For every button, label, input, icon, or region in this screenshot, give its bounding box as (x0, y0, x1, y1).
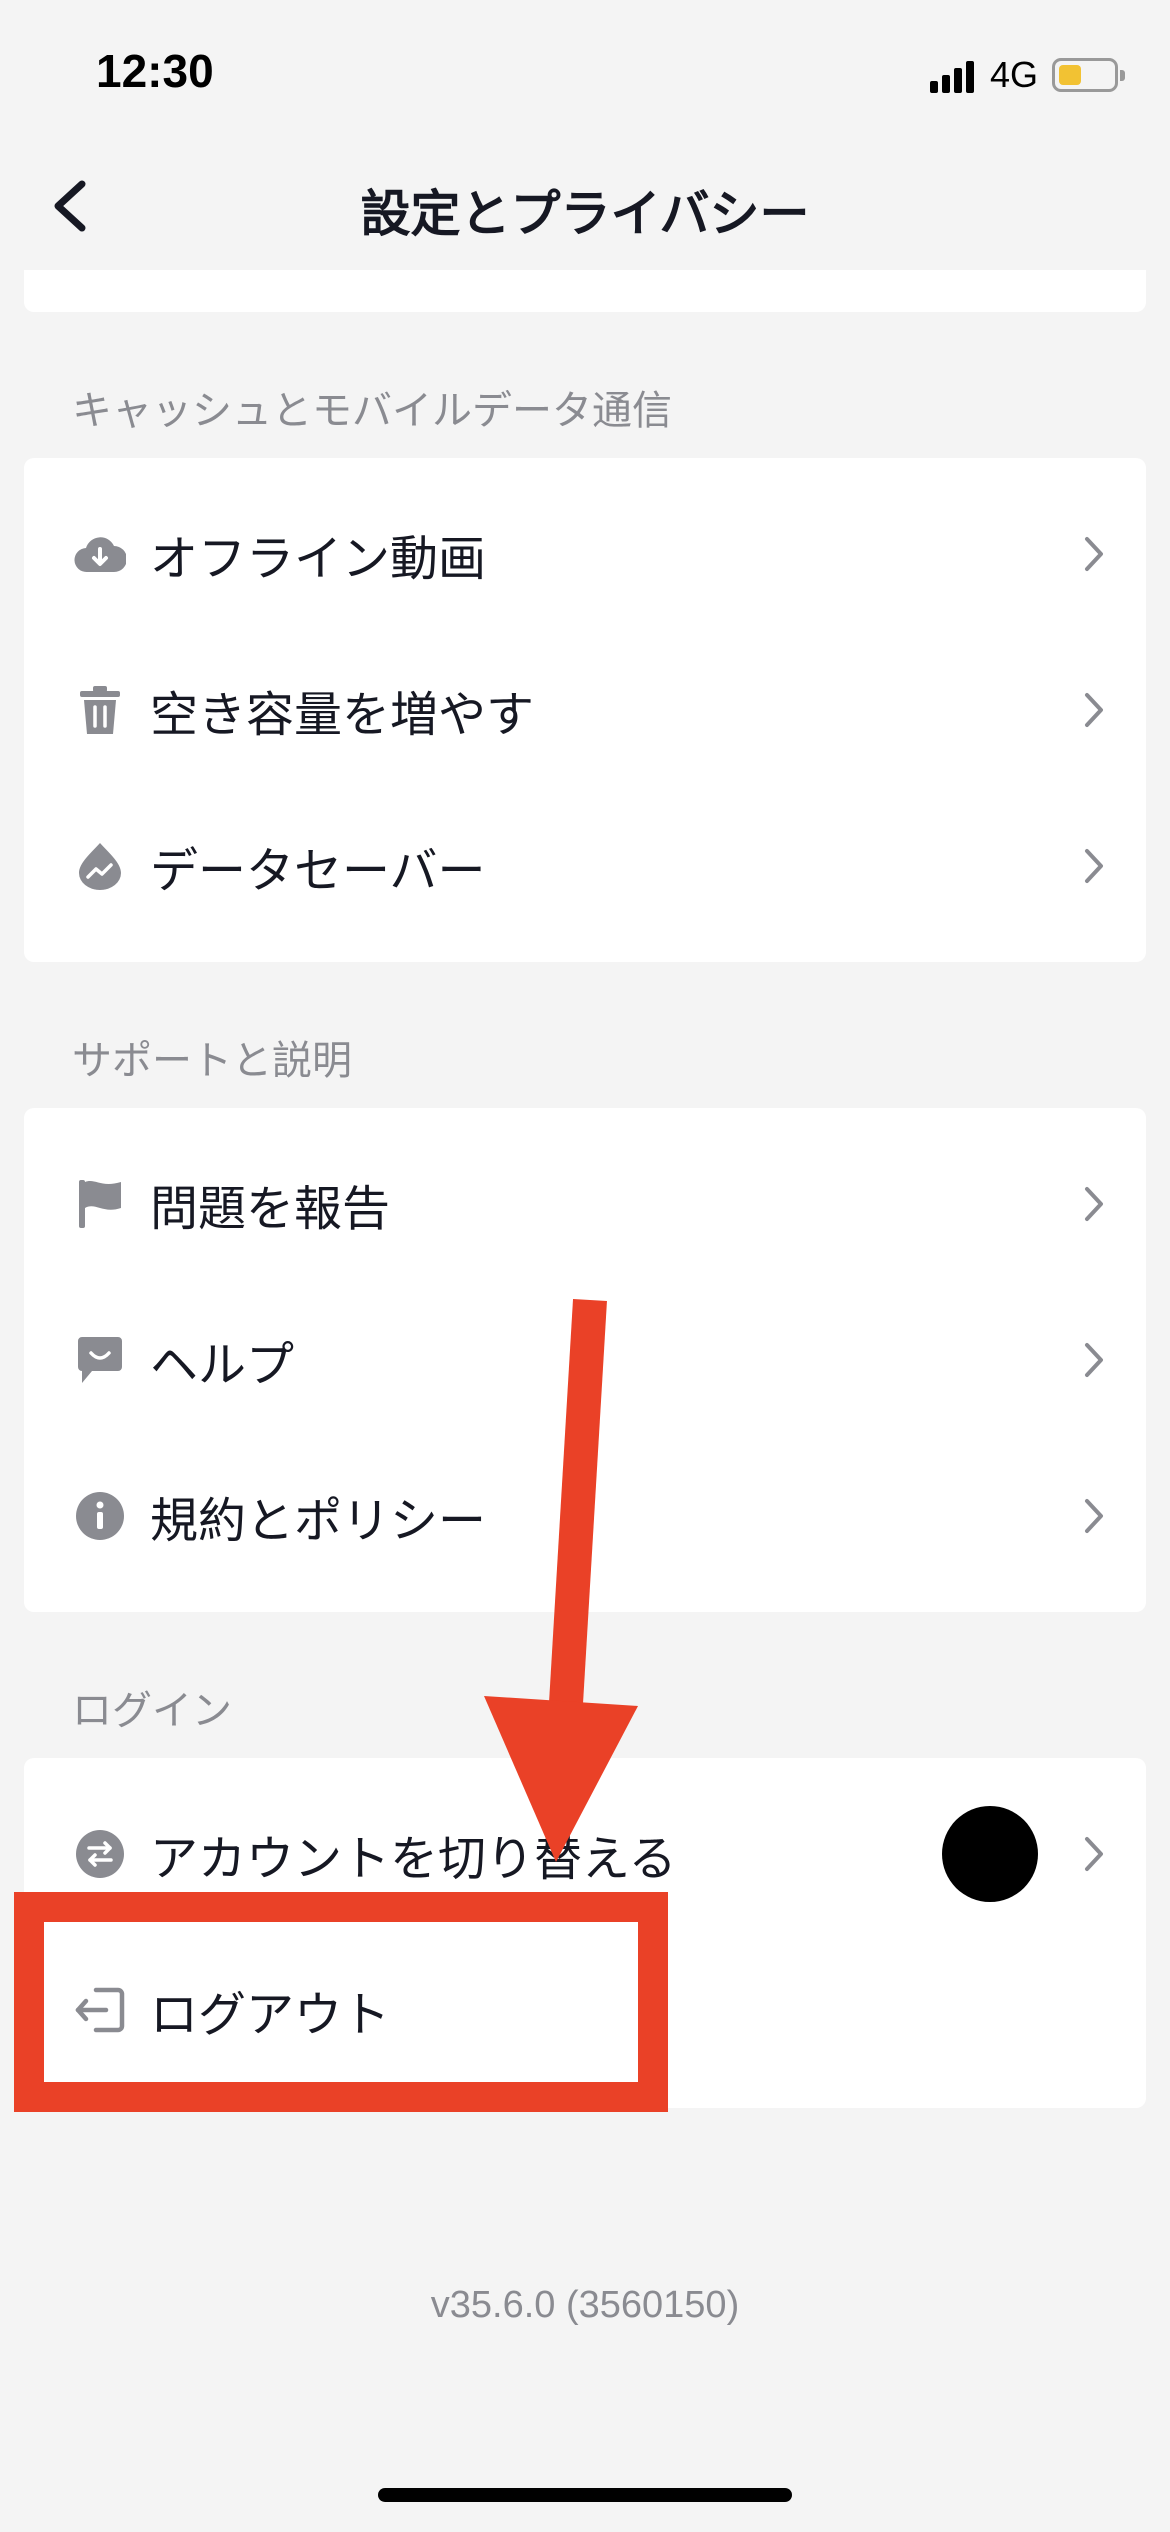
flag-icon (72, 1176, 128, 1232)
page-title: 設定とプライバシー (360, 185, 810, 243)
row-label: 空き容量を増やす (150, 687, 535, 743)
info-icon (72, 1488, 128, 1544)
settings-row-offline-videos[interactable]: オフライン動画 (24, 476, 1146, 632)
row-label: 規約とポリシー (150, 1493, 487, 1549)
data-saver-icon (72, 838, 128, 894)
row-label: オフライン動画 (150, 531, 487, 587)
settings-row-report-problem[interactable]: 問題を報告 (24, 1126, 1146, 1282)
chevron-right-icon (1074, 1184, 1114, 1224)
chevron-right-icon (1074, 1340, 1114, 1380)
cache-section-card: オフライン動画 空き容量を増やす データセーバー (24, 458, 1146, 962)
battery-icon (1052, 58, 1125, 92)
row-label: ヘルプ (150, 1337, 295, 1393)
home-indicator (378, 2488, 792, 2502)
support-section-card: 問題を報告 ヘルプ 規約とポリシー (24, 1108, 1146, 1612)
settings-row-terms-policies[interactable]: 規約とポリシー (24, 1438, 1146, 1594)
row-label: データセーバー (150, 843, 486, 899)
chat-bubble-icon (72, 1332, 128, 1388)
chevron-right-icon (1074, 534, 1114, 574)
avatar (942, 1806, 1038, 1902)
trash-icon (72, 682, 128, 738)
chevron-right-icon (1074, 690, 1114, 730)
settings-row-free-up-space[interactable]: 空き容量を増やす (24, 632, 1146, 788)
status-bar: 12:30 4G (0, 0, 1170, 140)
annotation-highlight-box (14, 1892, 668, 2112)
chevron-right-icon (1074, 846, 1114, 886)
row-label: 問題を報告 (150, 1181, 391, 1237)
section-header-cache: キャッシュとモバイルデータ通信 (72, 388, 672, 434)
section-header-login: ログイン (72, 1688, 232, 1734)
switch-account-icon (72, 1826, 128, 1882)
app-version: v35.6.0 (3560150) (430, 2284, 740, 2326)
chevron-right-icon (1074, 1834, 1114, 1874)
chevron-right-icon (1074, 1496, 1114, 1536)
signal-icon (929, 57, 978, 93)
network-type: 4G (989, 54, 1038, 95)
settings-row-help[interactable]: ヘルプ (24, 1282, 1146, 1438)
row-label: アカウントを切り替える (150, 1831, 677, 1887)
cloud-download-icon (72, 526, 128, 582)
status-time: 12:30 (96, 45, 214, 97)
nav-bar: 設定とプライバシー (0, 140, 1170, 270)
section-header-support: サポートと説明 (72, 1038, 352, 1084)
settings-row-data-saver[interactable]: データセーバー (24, 788, 1146, 944)
status-indicators: 4G (929, 52, 1125, 98)
previous-section-card (24, 270, 1146, 312)
